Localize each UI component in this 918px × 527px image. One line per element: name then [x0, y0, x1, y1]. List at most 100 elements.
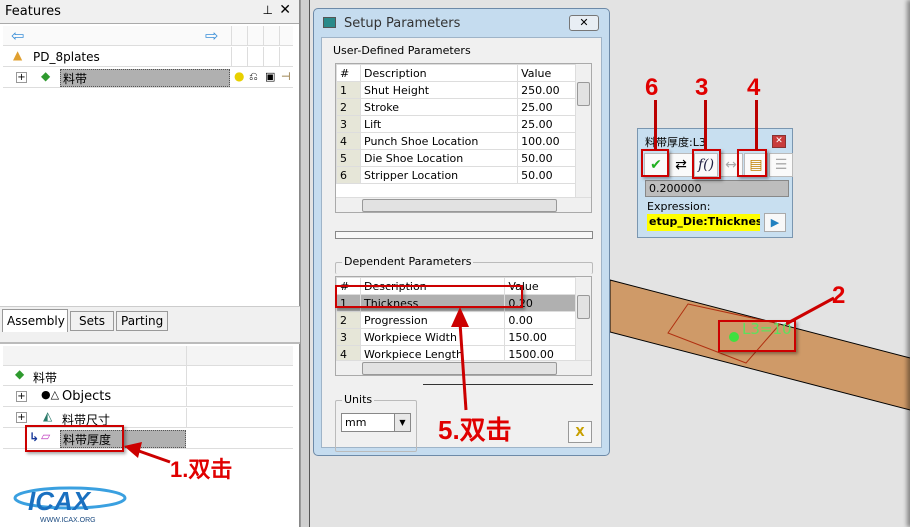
close-button[interactable]: ✕: [569, 15, 599, 31]
apply-expression-button[interactable]: ▶: [764, 213, 786, 232]
separator: [335, 231, 593, 239]
value-field[interactable]: 0.200000: [645, 180, 789, 197]
annotation-line-3: [704, 100, 707, 150]
tab-bar: Assembly Sets Parting: [0, 306, 300, 333]
tree-item-strip-root[interactable]: ◆ 料带: [3, 366, 293, 386]
nav-row: ⇦ ⇨: [3, 26, 293, 46]
expression-dialog: 料带厚度:L3 ✕ ✔ ⇄ f() ↔ ▤ ☰ 0.200000 Express…: [637, 128, 793, 238]
expand-icon[interactable]: +: [16, 391, 27, 402]
expression-input[interactable]: etup_Die:Thickness: [647, 214, 760, 231]
cell-value: 150.00: [504, 328, 577, 346]
table-row[interactable]: 3 Lift 25.00: [336, 115, 577, 133]
expand-icon[interactable]: +: [16, 412, 27, 423]
features-header: Features ⊥ ✕: [0, 0, 299, 24]
annotation-box-1: [25, 425, 124, 452]
dialog-title: Setup Parameters: [344, 16, 461, 31]
units-group: Units mm ▼: [335, 393, 417, 452]
cell-description: Stroke: [359, 98, 519, 116]
features-title: Features: [5, 4, 61, 19]
cell-description: Shut Height: [359, 81, 519, 99]
tree-item-objects[interactable]: + ●△ Objects: [3, 387, 293, 407]
list-button[interactable]: ☰: [769, 153, 793, 177]
svg-text:WWW.ICAX.ORG: WWW.ICAX.ORG: [40, 517, 96, 524]
dependent-label: Dependent Parameters: [342, 255, 474, 268]
vertical-scrollbar[interactable]: [575, 277, 591, 361]
excel-export-button[interactable]: X: [568, 421, 592, 443]
cell-value: 25.00: [517, 98, 577, 116]
close-icon[interactable]: ✕: [279, 2, 291, 18]
annotation-line-6: [654, 100, 657, 150]
cell-description: Die Shoe Location: [359, 149, 519, 167]
units-value: mm: [345, 416, 367, 429]
table-row[interactable]: 2 Stroke 25.00: [336, 98, 577, 116]
annotation-box-5: [335, 285, 523, 308]
objects-icon: ●△: [41, 388, 60, 401]
forward-arrow-icon[interactable]: ⇨: [205, 26, 218, 45]
table-row[interactable]: 1 Shut Height 250.00: [336, 81, 577, 99]
annotation-box-4: [737, 149, 767, 177]
annotation-box-3: [692, 149, 721, 179]
cell-description: Punch Shoe Location: [359, 132, 519, 150]
table-header: # Description Value: [336, 64, 577, 82]
annotation-arrow-5: [451, 307, 469, 411]
horizontal-scrollbar[interactable]: [336, 197, 591, 212]
col-description: Description: [359, 64, 519, 82]
annotation-box-6: [641, 149, 669, 177]
col-value: Value: [517, 64, 577, 82]
table-row[interactable]: 6 Stripper Location 50.00: [336, 166, 577, 184]
pin-icon[interactable]: ⊥: [263, 3, 273, 17]
annotation-3: 3: [695, 74, 709, 101]
tab-parting[interactable]: Parting: [116, 311, 168, 331]
user-defined-label: User-Defined Parameters: [333, 44, 471, 57]
splitter[interactable]: [0, 332, 300, 344]
cell-description: Lift: [359, 115, 519, 133]
tree-item-strip[interactable]: + ◆ 料带 ● ⎌ ▣ ⊣: [3, 68, 293, 88]
annotation-4: 4: [747, 74, 761, 101]
cube-icon[interactable]: ▣: [265, 70, 275, 83]
chevron-down-icon[interactable]: ▼: [394, 414, 410, 431]
annotation-1: 1.双击: [170, 457, 233, 482]
tree-item-pd8plates[interactable]: ▲ PD_8plates: [3, 47, 293, 67]
close-button[interactable]: ✕: [772, 135, 786, 148]
cell-number: 6: [336, 166, 361, 184]
tab-sets[interactable]: Sets: [70, 311, 114, 331]
table-row[interactable]: 5 Die Shoe Location 50.00: [336, 149, 577, 167]
cell-number: 5: [336, 149, 361, 167]
cell-number: 3: [336, 328, 361, 346]
col-number: #: [336, 64, 361, 82]
tree-item-label: 料带: [60, 69, 230, 87]
cell-value: 50.00: [517, 149, 577, 167]
pin-icon[interactable]: ⊣: [281, 70, 291, 83]
strip-icon: ◆: [41, 69, 51, 83]
cell-value: 0.00: [504, 311, 577, 329]
units-label: Units: [342, 393, 375, 406]
panel-splitter[interactable]: [300, 0, 310, 527]
cell-number: 2: [336, 311, 361, 329]
cell-description: Stripper Location: [359, 166, 519, 184]
lightbulb-icon[interactable]: ●: [234, 69, 244, 83]
annotation-6: 6: [645, 74, 659, 101]
assembly-icon: ▲: [13, 48, 23, 62]
dialog-icon: [323, 17, 336, 28]
cell-description: Progression: [359, 311, 506, 329]
annotation-box-2: [718, 320, 796, 352]
expand-icon[interactable]: +: [16, 72, 27, 83]
cell-value: 100.00: [517, 132, 577, 150]
swap-button[interactable]: ⇄: [669, 153, 693, 177]
strip-icon: ◆: [15, 367, 25, 381]
expression-label: Expression:: [647, 200, 711, 213]
vertical-scrollbar[interactable]: [575, 64, 591, 198]
tab-assembly[interactable]: Assembly: [2, 309, 68, 333]
table-row[interactable]: 4 Punch Shoe Location 100.00: [336, 132, 577, 150]
svg-text:ICAX: ICAX: [28, 486, 92, 516]
tree-item-label: 料带: [33, 371, 58, 385]
units-select[interactable]: mm ▼: [341, 413, 411, 432]
tree-header: [3, 346, 293, 366]
sketch-icon: ◭: [43, 409, 53, 423]
annotation-line-4: [755, 100, 758, 150]
back-arrow-icon[interactable]: ⇦: [11, 26, 24, 45]
undo-icon[interactable]: ⎌: [249, 70, 258, 84]
annotation-5: 5.双击: [438, 415, 512, 445]
icax-logo: ICAX WWW.ICAX.ORG: [10, 480, 130, 524]
cell-number: 1: [336, 81, 361, 99]
